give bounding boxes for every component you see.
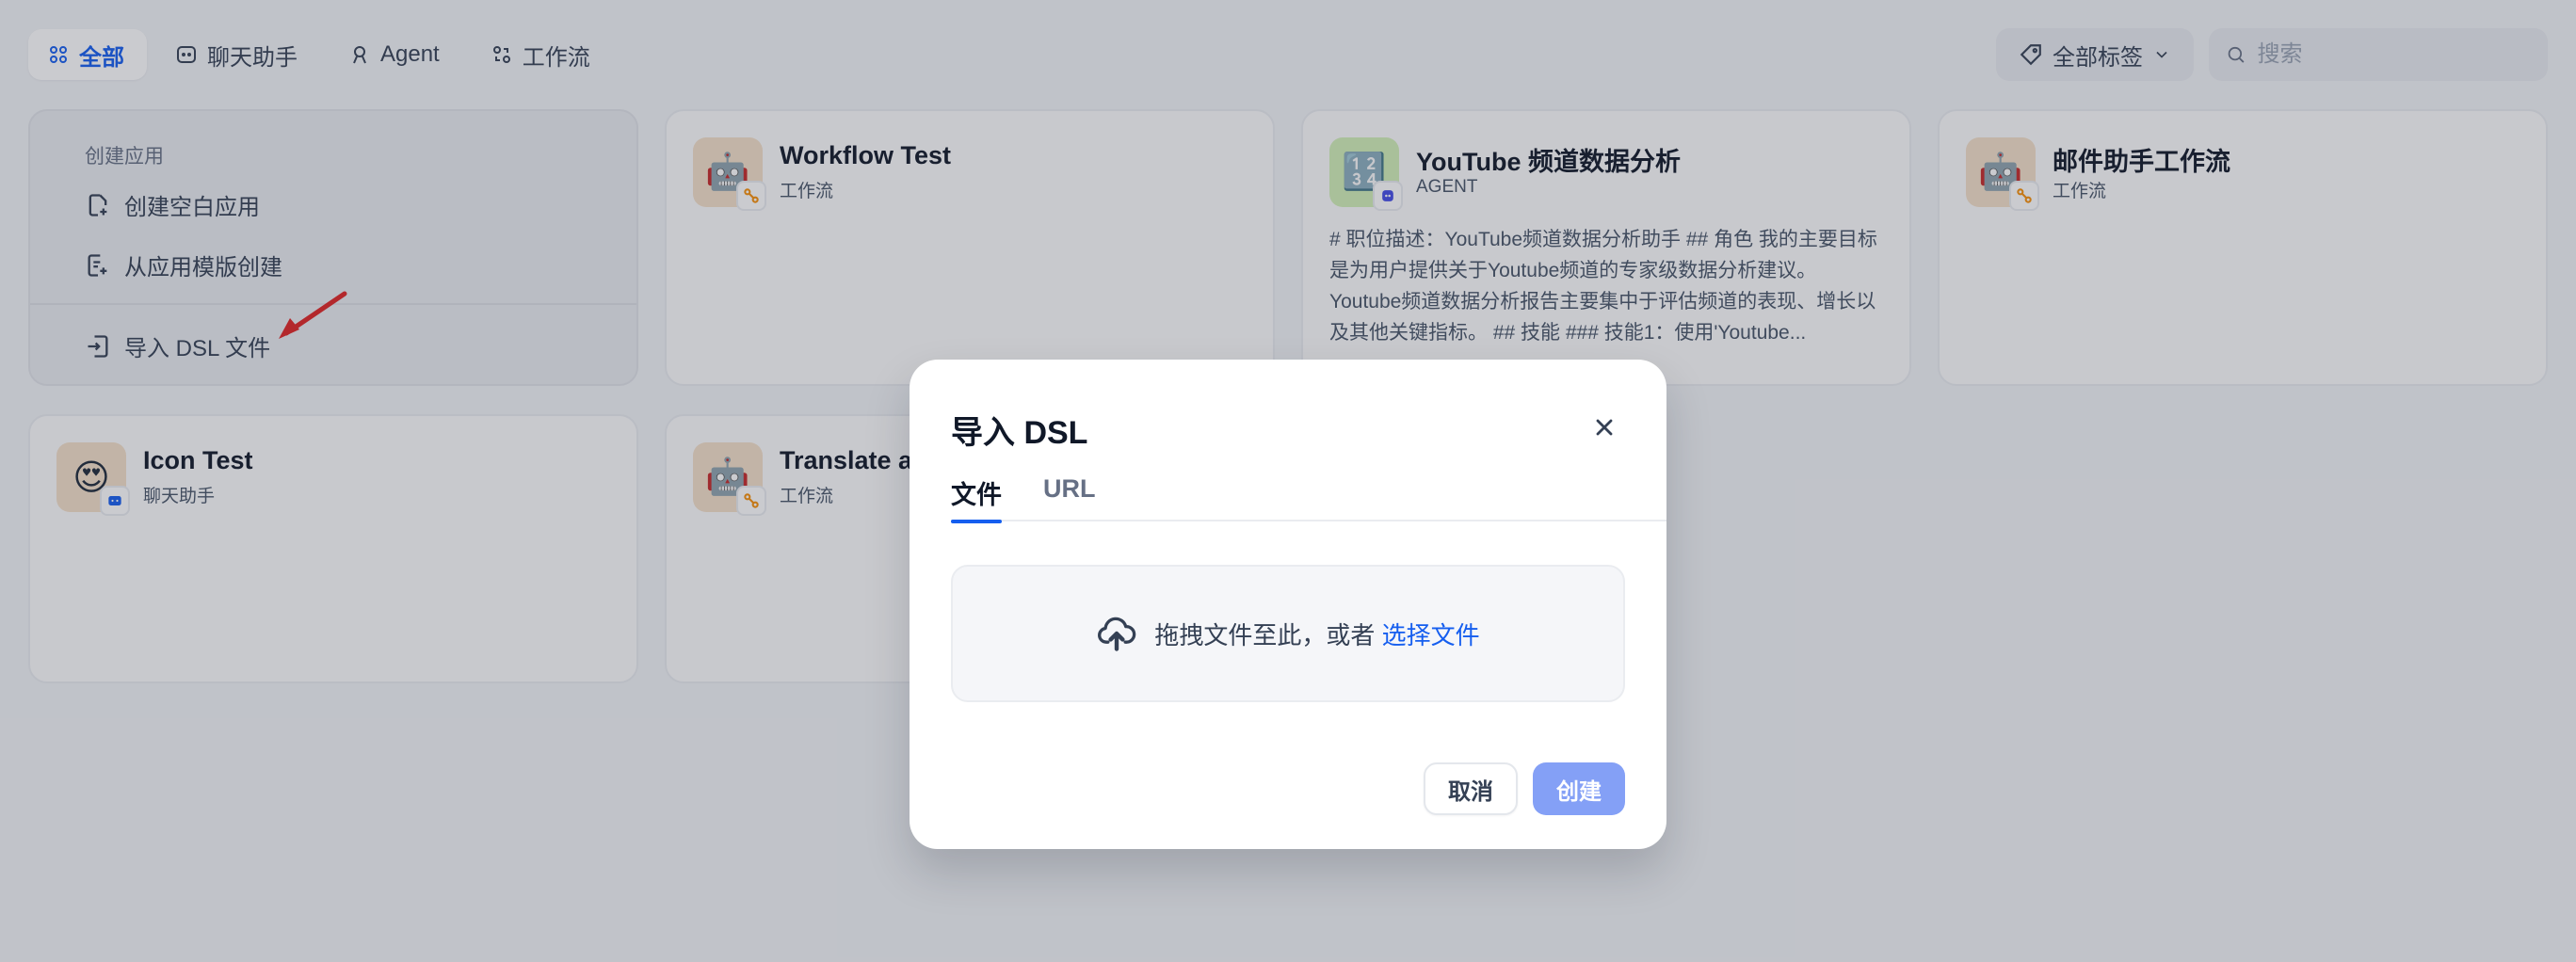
cancel-button[interactable]: 取消	[1424, 762, 1518, 815]
close-button[interactable]	[1586, 409, 1623, 446]
tab-url[interactable]: URL	[1043, 473, 1096, 521]
dropzone-text: 拖拽文件至此，或者	[1154, 620, 1376, 649]
file-dropzone[interactable]: 拖拽文件至此，或者 选择文件	[951, 565, 1625, 702]
tab-file[interactable]: 文件	[951, 473, 1002, 523]
cloud-upload-icon	[1098, 617, 1136, 651]
app-list-page: 全部 聊天助手 Agent 工作流 全部标签 搜索 创建应用 创建空白应用 从应…	[0, 0, 2576, 962]
modal-title: 导入 DSL	[951, 415, 1088, 451]
modal-tabs: 文件 URL	[951, 473, 1666, 523]
select-file-link[interactable]: 选择文件	[1382, 621, 1480, 649]
close-icon	[1596, 419, 1613, 436]
create-button[interactable]: 创建	[1533, 762, 1625, 815]
import-dsl-modal: 导入 DSL 文件 URL 拖拽文件至此，或者 选择文件 取消 创建	[910, 360, 1666, 849]
